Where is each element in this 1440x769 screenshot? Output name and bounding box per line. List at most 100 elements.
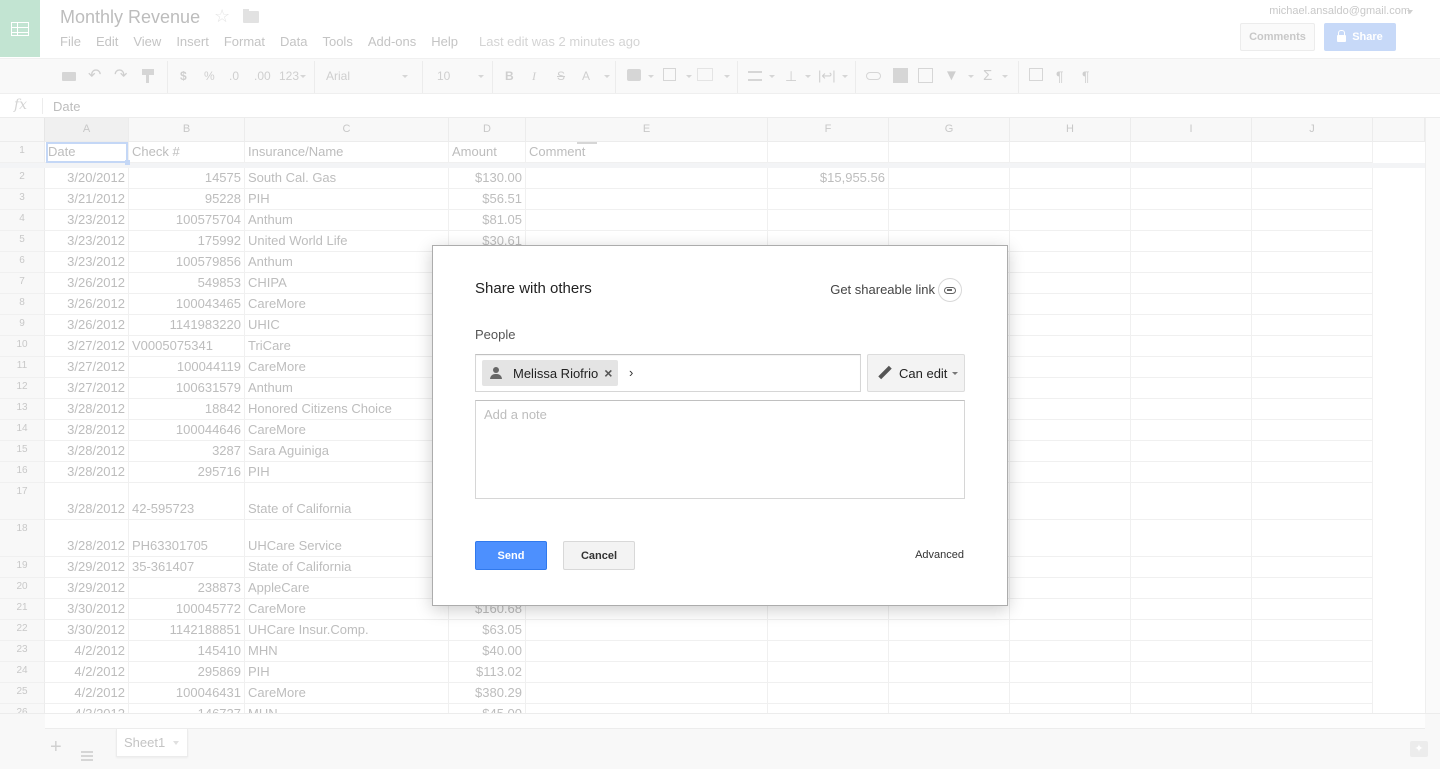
- borders-dropdown-icon[interactable]: [686, 75, 692, 78]
- cell[interactable]: [1131, 557, 1252, 578]
- cell[interactable]: [1252, 462, 1373, 483]
- row-header[interactable]: 1: [0, 142, 45, 163]
- cell-date[interactable]: 4/2/2012: [45, 662, 129, 683]
- get-shareable-link[interactable]: Get shareable link: [830, 282, 935, 297]
- menu-format[interactable]: Format: [224, 34, 265, 49]
- cell[interactable]: [1252, 399, 1373, 420]
- hide-gridlines-icon[interactable]: [1029, 68, 1043, 81]
- cell-check[interactable]: 100046431: [129, 683, 245, 704]
- cell[interactable]: [1131, 483, 1252, 520]
- cell[interactable]: [1252, 520, 1373, 557]
- advanced-link[interactable]: Advanced: [915, 549, 964, 561]
- cell[interactable]: [526, 168, 768, 189]
- cell-date[interactable]: 3/23/2012: [45, 252, 129, 273]
- cell-amount[interactable]: $45.00: [449, 704, 526, 713]
- text-color-button[interactable]: A: [582, 67, 590, 85]
- cell-name[interactable]: CareMore: [245, 599, 449, 620]
- cell[interactable]: [526, 704, 768, 713]
- rtl-text-button[interactable]: ¶: [1082, 67, 1090, 85]
- cell[interactable]: [1252, 620, 1373, 641]
- cell-f[interactable]: $15,955.56: [768, 168, 889, 189]
- cell-check[interactable]: 145410: [129, 641, 245, 662]
- font-size-select[interactable]: 10: [437, 67, 450, 85]
- number-format-button[interactable]: 123: [279, 67, 299, 85]
- row-header[interactable]: 26: [0, 704, 45, 713]
- row-header[interactable]: 10: [0, 336, 45, 357]
- cell[interactable]: [1010, 599, 1131, 620]
- cell[interactable]: [1010, 704, 1131, 713]
- cell-date[interactable]: 3/29/2012: [45, 578, 129, 599]
- cell[interactable]: [1010, 483, 1131, 520]
- header-cell[interactable]: [768, 142, 889, 163]
- people-input[interactable]: Melissa Riofrio × ›: [475, 354, 861, 392]
- cell[interactable]: [1131, 620, 1252, 641]
- header-cell[interactable]: Amount: [449, 142, 526, 163]
- row-header[interactable]: 22: [0, 620, 45, 641]
- cell-name[interactable]: Sara Aguiniga: [245, 441, 449, 462]
- cell-check[interactable]: 100043465: [129, 294, 245, 315]
- cell[interactable]: [1010, 210, 1131, 231]
- send-button[interactable]: Send: [475, 541, 547, 570]
- functions-dropdown-icon[interactable]: [1002, 75, 1008, 78]
- fill-color-dropdown-icon[interactable]: [648, 75, 654, 78]
- last-edit-status[interactable]: Last edit was 2 minutes ago: [479, 34, 640, 49]
- header-cell[interactable]: Comment: [526, 142, 768, 163]
- font-family-select[interactable]: Arial: [326, 67, 350, 85]
- cell-amount[interactable]: $56.51: [449, 189, 526, 210]
- row-header[interactable]: 8: [0, 294, 45, 315]
- header-cell[interactable]: [1252, 142, 1373, 163]
- cell-name[interactable]: UHCare Service: [245, 520, 449, 557]
- cell[interactable]: [526, 210, 768, 231]
- cell-name[interactable]: Anthum: [245, 252, 449, 273]
- cell-name[interactable]: CareMore: [245, 420, 449, 441]
- select-all-corner[interactable]: [0, 118, 45, 142]
- cell-check[interactable]: 1142188851: [129, 620, 245, 641]
- row-header[interactable]: 6: [0, 252, 45, 273]
- strikethrough-button[interactable]: S: [557, 67, 565, 85]
- cell[interactable]: [1131, 662, 1252, 683]
- fill-color-icon[interactable]: [627, 69, 641, 81]
- column-header[interactable]: F: [768, 118, 889, 142]
- cell-name[interactable]: PIH: [245, 662, 449, 683]
- cell[interactable]: [1010, 273, 1131, 294]
- cell[interactable]: [1131, 168, 1252, 189]
- column-header[interactable]: A: [45, 118, 129, 142]
- cell-amount[interactable]: $130.00: [449, 168, 526, 189]
- cell-f[interactable]: [768, 704, 889, 713]
- cell-date[interactable]: 3/30/2012: [45, 599, 129, 620]
- cell-date[interactable]: 3/28/2012: [45, 441, 129, 462]
- cell-f[interactable]: [768, 683, 889, 704]
- cell-check[interactable]: PH63301705: [129, 520, 245, 557]
- cell-f[interactable]: [768, 620, 889, 641]
- column-header[interactable]: B: [129, 118, 245, 142]
- horizontal-scrollbar[interactable]: [45, 714, 1425, 729]
- menu-tools[interactable]: Tools: [322, 34, 352, 49]
- cell[interactable]: [1252, 441, 1373, 462]
- cell[interactable]: [1131, 294, 1252, 315]
- insert-comment-icon[interactable]: [893, 68, 908, 83]
- comments-button[interactable]: Comments: [1240, 23, 1315, 51]
- currency-format-button[interactable]: $: [180, 67, 187, 85]
- font-size-dropdown-icon[interactable]: [478, 75, 484, 78]
- row-header[interactable]: 24: [0, 662, 45, 683]
- cell-check[interactable]: 549853: [129, 273, 245, 294]
- horizontal-align-dropdown-icon[interactable]: [769, 75, 775, 78]
- cell[interactable]: [1131, 520, 1252, 557]
- text-wrap-dropdown-icon[interactable]: [842, 75, 848, 78]
- cell[interactable]: [1252, 641, 1373, 662]
- cell-check[interactable]: 100575704: [129, 210, 245, 231]
- permission-dropdown[interactable]: Can edit: [867, 354, 965, 392]
- row-header[interactable]: 18: [0, 520, 45, 557]
- cell-check[interactable]: 100044646: [129, 420, 245, 441]
- explore-icon[interactable]: ✦: [1410, 741, 1428, 757]
- cell[interactable]: [1131, 273, 1252, 294]
- cell-name[interactable]: Anthum: [245, 378, 449, 399]
- decrease-decimal-button[interactable]: .0: [229, 67, 239, 85]
- formula-input[interactable]: Date: [53, 99, 80, 114]
- cell[interactable]: [1131, 441, 1252, 462]
- cell[interactable]: [1131, 420, 1252, 441]
- cell-name[interactable]: South Cal. Gas: [245, 168, 449, 189]
- cell-date[interactable]: 4/2/2012: [45, 641, 129, 662]
- cell-name[interactable]: TriCare: [245, 336, 449, 357]
- cell-name[interactable]: United World Life: [245, 231, 449, 252]
